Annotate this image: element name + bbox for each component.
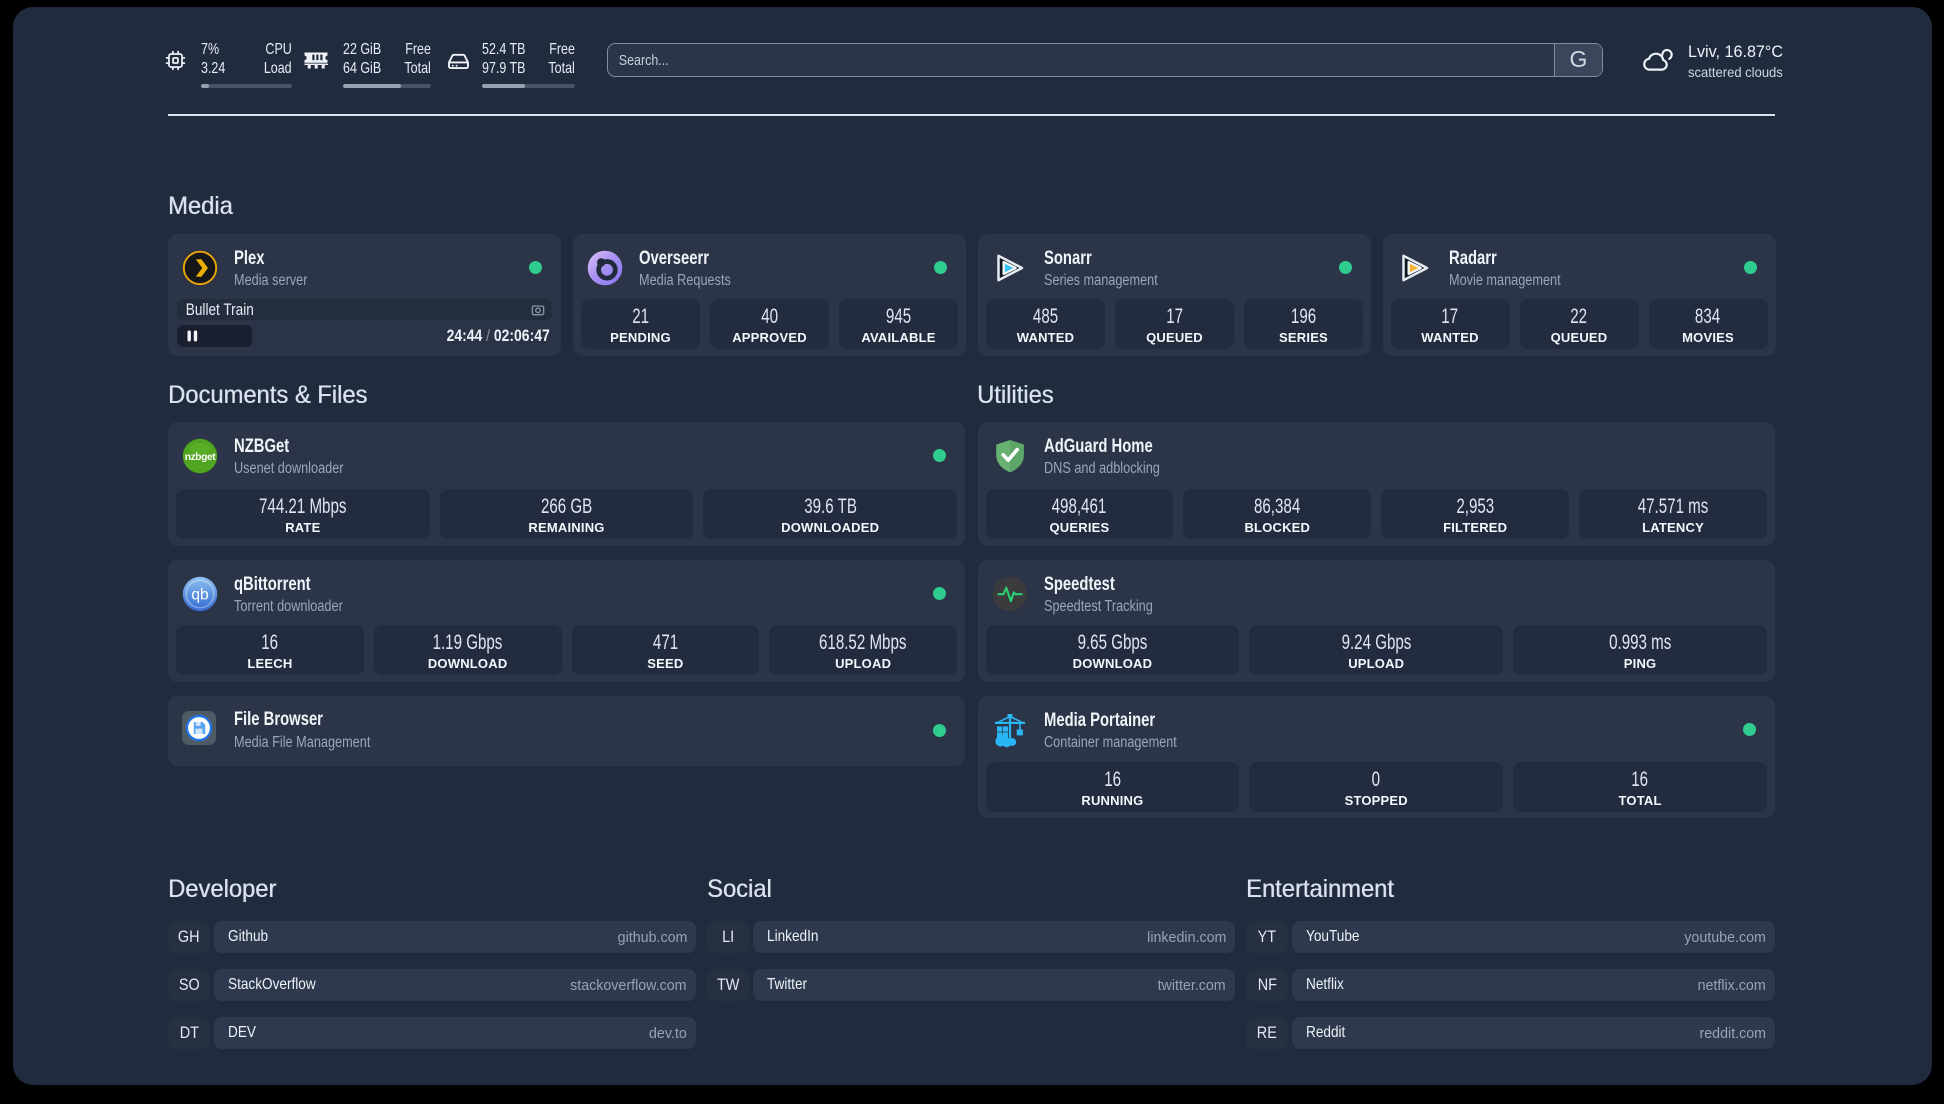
svg-text:nzbget: nzbget [185,452,216,463]
svg-text:qb: qb [191,586,208,603]
